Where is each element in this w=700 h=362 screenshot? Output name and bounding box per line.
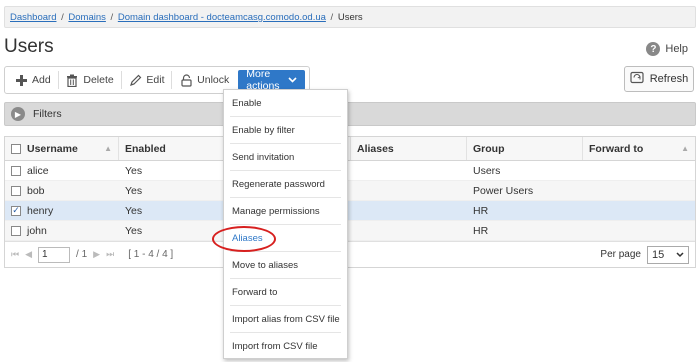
menu-item-manage-permissions[interactable]: Manage permissions bbox=[230, 198, 341, 225]
sort-icon: ▲ bbox=[681, 144, 689, 153]
column-group-label: Group bbox=[473, 142, 505, 155]
refresh-button[interactable]: Refresh bbox=[624, 66, 694, 92]
add-label: Add bbox=[32, 74, 51, 86]
breadcrumb-separator: / bbox=[110, 12, 114, 23]
row-enabled: Yes bbox=[125, 224, 143, 237]
row-enabled: Yes bbox=[125, 204, 143, 217]
first-page-icon[interactable]: ⏮ bbox=[11, 249, 19, 260]
breadcrumb-domain-dashboard-link[interactable]: Domain dashboard - docteamcasg.comodo.od… bbox=[118, 12, 326, 23]
toolbar-divider bbox=[171, 71, 173, 89]
row-checkbox[interactable] bbox=[11, 225, 21, 236]
column-username-label: Username bbox=[27, 142, 78, 155]
help-label: Help bbox=[665, 43, 688, 55]
table-row[interactable]: bob Yes Power Users bbox=[5, 181, 695, 201]
expand-arrow-icon: ▶ bbox=[11, 107, 25, 121]
breadcrumb-current: Users bbox=[337, 12, 363, 23]
table-row[interactable]: alice Yes Users bbox=[5, 161, 695, 181]
per-page-select[interactable]: 15 bbox=[647, 245, 689, 264]
unlock-icon bbox=[179, 73, 193, 87]
last-page-icon[interactable]: ⏭ bbox=[106, 249, 114, 260]
row-username: henry bbox=[27, 204, 54, 217]
pagination-bar: ⏮ ◀ 1 / 1 ▶ ⏭ [ 1 - 4 / 4 ] Per page 15 bbox=[5, 241, 695, 267]
table-row[interactable]: john Yes HR bbox=[5, 221, 695, 241]
toolbar-divider bbox=[57, 71, 59, 89]
row-group: Users bbox=[473, 164, 501, 177]
row-group: HR bbox=[473, 224, 489, 237]
row-checkbox-checked[interactable]: ✓ bbox=[11, 205, 21, 216]
page-title: Users bbox=[4, 36, 54, 57]
row-username: bob bbox=[27, 184, 45, 197]
filters-bar[interactable]: ▶ Filters bbox=[4, 102, 696, 126]
unlock-label: Unlock bbox=[197, 74, 230, 86]
toolbar-divider bbox=[120, 71, 122, 89]
refresh-label: Refresh bbox=[649, 73, 689, 85]
column-forward-to-label: Forward to bbox=[589, 142, 644, 155]
chevron-down-icon bbox=[676, 249, 684, 261]
column-group[interactable]: Group bbox=[467, 137, 583, 160]
column-aliases-label: Aliases bbox=[357, 142, 394, 155]
more-actions-button[interactable]: More actions bbox=[238, 68, 305, 92]
trash-icon bbox=[65, 73, 79, 87]
delete-label: Delete bbox=[83, 74, 114, 86]
menu-item-import-csv[interactable]: Import from CSV file bbox=[230, 333, 341, 360]
column-forward-to[interactable]: Forward to ▲ bbox=[583, 137, 695, 160]
unlock-button[interactable]: Unlock bbox=[174, 69, 234, 91]
pencil-icon bbox=[128, 73, 142, 87]
menu-item-enable[interactable]: Enable bbox=[230, 90, 341, 117]
row-checkbox[interactable] bbox=[11, 185, 21, 196]
next-page-icon[interactable]: ▶ bbox=[93, 249, 100, 260]
sort-asc-icon: ▲ bbox=[104, 144, 112, 153]
per-page-control: Per page 15 bbox=[600, 245, 689, 264]
annotation-circle bbox=[212, 226, 276, 252]
plus-icon bbox=[14, 73, 28, 87]
filters-label: Filters bbox=[33, 108, 62, 120]
column-username[interactable]: Username ▲ bbox=[5, 137, 119, 160]
chevron-down-icon bbox=[288, 75, 297, 85]
row-enabled: Yes bbox=[125, 184, 143, 197]
row-enabled: Yes bbox=[125, 164, 143, 177]
row-group: HR bbox=[473, 204, 489, 217]
row-username: alice bbox=[27, 164, 49, 177]
more-actions-menu: Enable Enable by filter Send invitation … bbox=[223, 89, 348, 359]
edit-button[interactable]: Edit bbox=[123, 69, 169, 91]
per-page-label: Per page bbox=[600, 249, 641, 260]
select-all-checkbox[interactable] bbox=[11, 143, 21, 154]
help-link[interactable]: ? Help bbox=[646, 42, 688, 56]
row-username: john bbox=[27, 224, 47, 237]
menu-item-send-invitation[interactable]: Send invitation bbox=[230, 144, 341, 171]
record-range: [ 1 - 4 / 4 ] bbox=[128, 249, 174, 260]
row-group: Power Users bbox=[473, 184, 534, 197]
breadcrumb-domains-link[interactable]: Domains bbox=[68, 12, 106, 23]
per-page-value: 15 bbox=[652, 248, 665, 261]
add-button[interactable]: Add bbox=[9, 69, 56, 91]
table-header: Username ▲ Enabled Aliases Group Forward… bbox=[5, 137, 695, 161]
page-number-input[interactable]: 1 bbox=[38, 246, 71, 263]
column-enabled-label: Enabled bbox=[125, 142, 166, 155]
table-row[interactable]: ✓ henry Yes HR bbox=[5, 201, 695, 221]
menu-item-regenerate-password[interactable]: Regenerate password bbox=[230, 171, 341, 198]
help-icon: ? bbox=[646, 42, 661, 56]
breadcrumb: Dashboard / Domains / Domain dashboard -… bbox=[4, 6, 696, 28]
delete-button[interactable]: Delete bbox=[60, 69, 118, 91]
breadcrumb-separator: / bbox=[61, 12, 64, 23]
edit-label: Edit bbox=[146, 74, 165, 86]
menu-item-forward-to[interactable]: Forward to bbox=[230, 279, 341, 306]
menu-item-import-alias-csv[interactable]: Import alias from CSV file bbox=[230, 306, 341, 333]
menu-item-move-to-aliases[interactable]: Move to aliases bbox=[230, 252, 341, 279]
prev-page-icon[interactable]: ◀ bbox=[25, 249, 32, 260]
refresh-icon bbox=[630, 71, 644, 87]
breadcrumb-separator: / bbox=[330, 12, 334, 23]
users-table: Username ▲ Enabled Aliases Group Forward… bbox=[4, 136, 696, 268]
breadcrumb-dashboard-link[interactable]: Dashboard bbox=[10, 12, 56, 23]
column-aliases[interactable]: Aliases bbox=[351, 137, 467, 160]
page-total: / 1 bbox=[76, 249, 88, 260]
menu-item-enable-by-filter[interactable]: Enable by filter bbox=[230, 117, 341, 144]
row-checkbox[interactable] bbox=[11, 165, 21, 176]
